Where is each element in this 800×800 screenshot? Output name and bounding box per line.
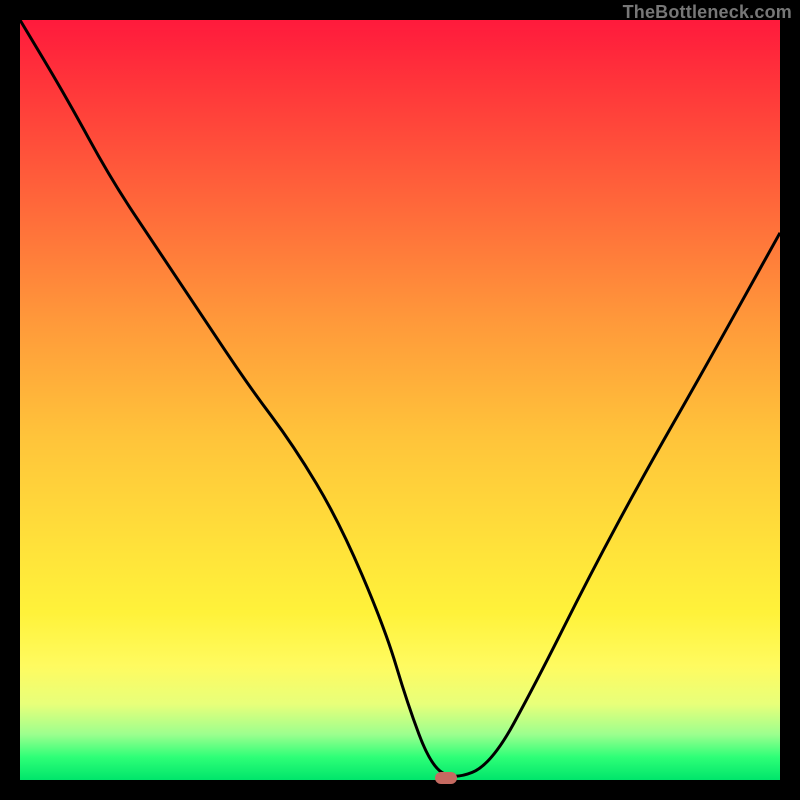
chart-frame: TheBottleneck.com [0,0,800,800]
curve-svg [20,20,780,780]
optimum-marker [435,772,457,784]
plot-area [20,20,780,780]
bottleneck-curve-path [20,20,780,776]
